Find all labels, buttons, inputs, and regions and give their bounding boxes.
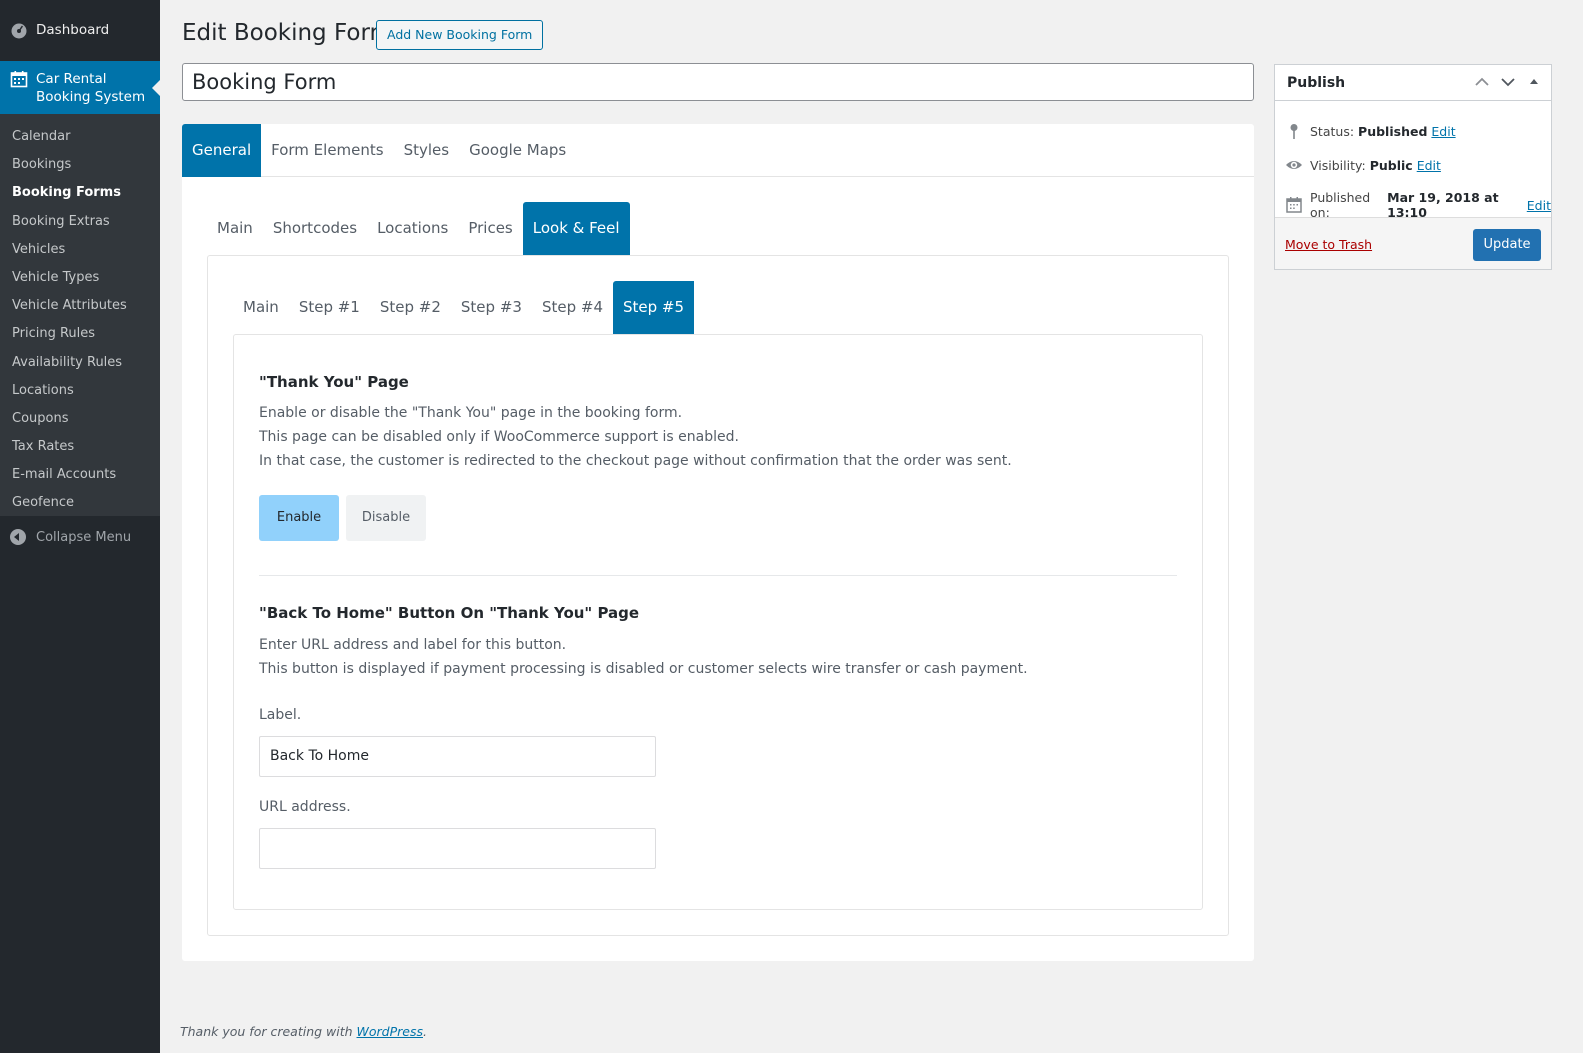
submenu-calendar[interactable]: Calendar	[0, 123, 160, 151]
submenu-booking-forms[interactable]: Booking Forms	[0, 179, 160, 207]
booking-form-panel: General Form Elements Styles Google Maps…	[182, 124, 1254, 961]
move-up-icon[interactable]	[1473, 73, 1491, 91]
toggle-panel-icon[interactable]	[1525, 73, 1543, 91]
submenu-pricing-rules[interactable]: Pricing Rules	[0, 320, 160, 348]
submenu: Calendar Bookings Booking Forms Booking …	[0, 114, 160, 516]
thank-you-title: "Thank You" Page	[259, 373, 409, 391]
status-value: Published	[1358, 123, 1428, 139]
menu-dashboard[interactable]: Dashboard	[0, 15, 160, 45]
menu-car-rental-label: Car Rental Booking System	[36, 70, 145, 106]
submenu-booking-extras[interactable]: Booking Extras	[0, 208, 160, 236]
wordpress-link[interactable]: WordPress	[357, 1024, 423, 1039]
submenu-vehicle-types[interactable]: Vehicle Types	[0, 264, 160, 292]
admin-sidebar: Dashboard Car Rental Booking System Cale…	[0, 0, 160, 1053]
label-field-label: Label.	[259, 707, 302, 723]
back-home-desc-line1: Enter URL address and label for this but…	[259, 637, 567, 653]
tab-look-and-feel[interactable]: Look & Feel	[522, 202, 630, 255]
published-on-row: Published on: Mar 19, 2018 at 13:10 Edit	[1285, 190, 1551, 220]
tab-google-maps[interactable]: Google Maps	[459, 124, 576, 177]
status-edit-link[interactable]: Edit	[1431, 124, 1455, 139]
update-button[interactable]: Update	[1473, 229, 1541, 261]
main-tabs: General Form Elements Styles Google Maps	[182, 124, 1254, 177]
tab-main[interactable]: Main	[207, 202, 263, 255]
dashboard-icon	[10, 21, 28, 39]
url-input[interactable]	[259, 828, 656, 869]
tab-step-1[interactable]: Step #1	[289, 281, 370, 334]
calendar-small-icon	[1285, 196, 1303, 214]
thank-you-desc-line1: Enable or disable the "Thank You" page i…	[259, 405, 683, 421]
tab-step-4[interactable]: Step #4	[532, 281, 613, 334]
published-on-edit-link[interactable]: Edit	[1527, 198, 1551, 213]
eye-icon	[1285, 156, 1303, 174]
url-field-label: URL address.	[259, 799, 351, 815]
status-row: Status: Published Edit	[1285, 122, 1456, 140]
general-sub-tabs: Main Shortcodes Locations Prices Look & …	[207, 202, 630, 255]
submenu-vehicles[interactable]: Vehicles	[0, 236, 160, 264]
page-title: Edit Booking Form	[182, 20, 392, 46]
tab-locations[interactable]: Locations	[367, 202, 458, 255]
tab-shortcodes[interactable]: Shortcodes	[263, 202, 367, 255]
submenu-bookings[interactable]: Bookings	[0, 151, 160, 179]
tab-styles[interactable]: Styles	[394, 124, 460, 177]
submenu-coupons[interactable]: Coupons	[0, 405, 160, 433]
footer-text: Thank you for creating with	[180, 1024, 357, 1039]
visibility-edit-link[interactable]: Edit	[1417, 158, 1441, 173]
back-home-title: "Back To Home" Button On "Thank You" Pag…	[259, 604, 640, 622]
publish-header: Publish	[1275, 65, 1551, 101]
publish-controls	[1473, 73, 1543, 91]
calendar-icon	[10, 70, 28, 88]
published-on-value: Mar 19, 2018 at 13:10	[1387, 190, 1499, 220]
back-home-desc: Enter URL address and label for this but…	[259, 633, 1028, 681]
tab-general[interactable]: General	[182, 124, 262, 177]
section-divider	[259, 575, 1177, 576]
footer-end: .	[423, 1024, 427, 1039]
collapse-menu[interactable]: Collapse Menu	[0, 520, 160, 554]
move-down-icon[interactable]	[1499, 73, 1517, 91]
step-tabs: Main Step #1 Step #2 Step #3 Step #4 Ste…	[233, 281, 695, 334]
admin-footer: Thank you for creating with WordPress.	[180, 1024, 427, 1039]
thank-you-desc: Enable or disable the "Thank You" page i…	[259, 401, 1012, 473]
publish-box: Publish Status: Published Edit Visibilit…	[1274, 64, 1552, 270]
visibility-value: Public	[1369, 157, 1413, 173]
collapse-arrow-icon	[10, 529, 26, 545]
submenu-geofence[interactable]: Geofence	[0, 489, 160, 517]
tab-step-main[interactable]: Main	[233, 281, 289, 334]
tab-step-2[interactable]: Step #2	[370, 281, 451, 334]
step-5-content: "Thank You" Page Enable or disable the "…	[233, 334, 1203, 910]
collapse-menu-label: Collapse Menu	[36, 529, 132, 545]
look-and-feel-box: Main Step #1 Step #2 Step #3 Step #4 Ste…	[207, 255, 1229, 936]
published-on-label: Published on:	[1310, 190, 1371, 220]
submenu-availability-rules[interactable]: Availability Rules	[0, 349, 160, 377]
tab-step-3[interactable]: Step #3	[451, 281, 532, 334]
menu-dashboard-label: Dashboard	[36, 22, 110, 38]
publish-title: Publish	[1287, 74, 1346, 91]
publish-actions: Move to Trash Update	[1275, 217, 1551, 269]
pin-icon	[1285, 122, 1303, 140]
post-title-input[interactable]: Booking Form	[182, 63, 1254, 101]
disable-button[interactable]: Disable	[346, 495, 426, 541]
tab-form-elements[interactable]: Form Elements	[261, 124, 393, 177]
submenu-vehicle-attributes[interactable]: Vehicle Attributes	[0, 292, 160, 320]
move-to-trash-link[interactable]: Move to Trash	[1285, 237, 1372, 252]
add-new-booking-form-button[interactable]: Add New Booking Form	[376, 20, 544, 50]
enable-button[interactable]: Enable	[259, 495, 339, 541]
submenu-tax-rates[interactable]: Tax Rates	[0, 433, 160, 461]
menu-car-rental[interactable]: Car Rental Booking System	[0, 61, 160, 114]
visibility-label: Visibility:	[1310, 157, 1366, 173]
thank-you-desc-line3: In that case, the customer is redirected…	[259, 453, 1012, 469]
thank-you-desc-line2: This page can be disabled only if WooCom…	[259, 429, 739, 445]
back-home-desc-line2: This button is displayed if payment proc…	[259, 661, 1028, 677]
status-label: Status:	[1310, 123, 1355, 139]
submenu-email-accounts[interactable]: E-mail Accounts	[0, 461, 160, 489]
submenu-locations[interactable]: Locations	[0, 377, 160, 405]
tab-step-5[interactable]: Step #5	[613, 281, 695, 334]
visibility-row: Visibility: Public Edit	[1285, 156, 1441, 174]
menu-car-rental-line2: Booking System	[36, 89, 146, 105]
menu-car-rental-line1: Car Rental	[36, 71, 107, 87]
label-input[interactable]: Back To Home	[259, 736, 656, 777]
tab-prices[interactable]: Prices	[458, 202, 522, 255]
